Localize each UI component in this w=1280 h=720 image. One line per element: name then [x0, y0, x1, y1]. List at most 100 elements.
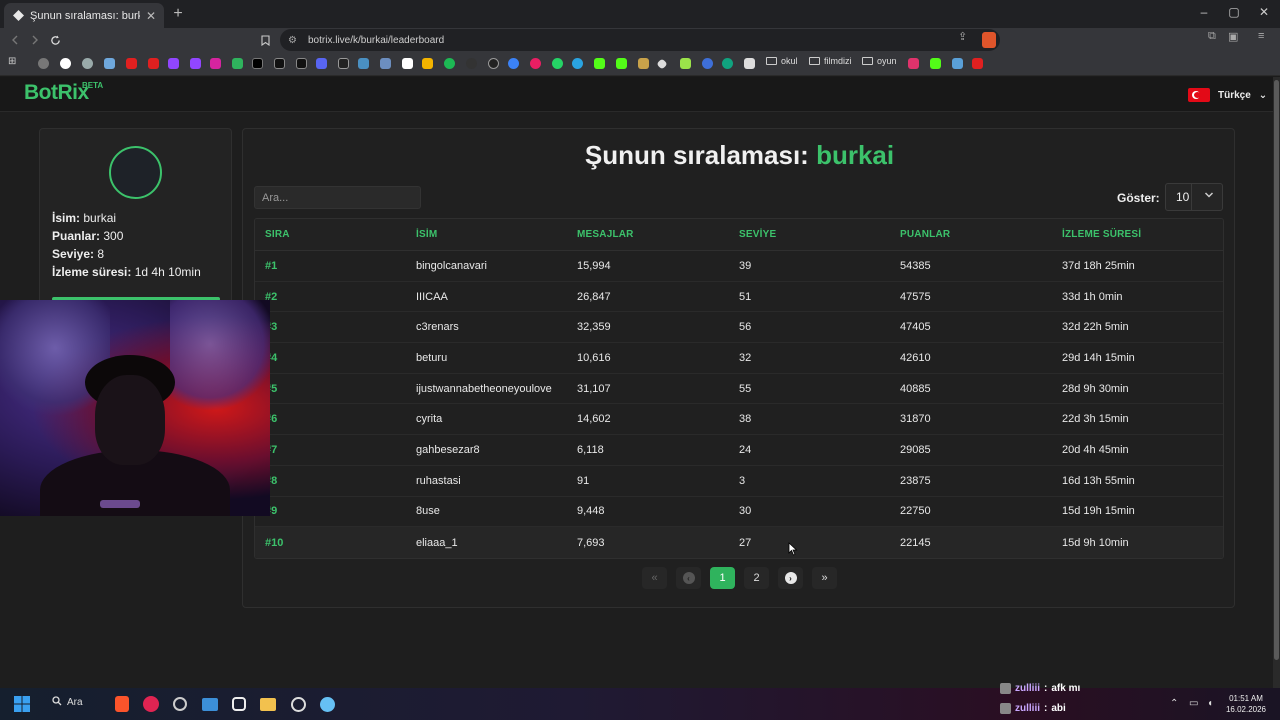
brave-browser-icon[interactable] [112, 694, 132, 714]
bookmark-site-icon[interactable] [82, 58, 93, 69]
bookmark-icon[interactable] [256, 31, 274, 49]
reload-icon[interactable] [46, 31, 64, 49]
bookmark-site-icon[interactable] [508, 58, 519, 69]
bookmark-folder-oyun[interactable]: oyun [862, 56, 897, 66]
column-header-points[interactable]: PUANLAR [900, 229, 1062, 240]
tiktok-icon[interactable] [274, 58, 285, 69]
kick-icon[interactable] [616, 58, 627, 69]
browser-tab[interactable]: Şunun sıralaması: burkai | Yayınc ✕ [4, 3, 164, 28]
share-icon[interactable]: ⇪ [958, 30, 967, 43]
kick-icon[interactable] [232, 58, 243, 69]
column-header-level[interactable]: SEVİYE [739, 229, 900, 240]
bookmark-gem-icon[interactable] [104, 58, 115, 69]
scrollbar-thumb[interactable] [1274, 80, 1279, 660]
apps-grid-icon[interactable]: ⊞ [8, 56, 19, 67]
bookmark-folder-filmdizi[interactable]: filmdizi [809, 56, 852, 66]
instagram-icon[interactable] [210, 58, 221, 69]
page-button-2[interactable]: 2 [744, 567, 769, 589]
search-input[interactable] [254, 186, 421, 209]
network-icon[interactable]: ▭ [1189, 698, 1198, 709]
spotify-icon[interactable] [444, 58, 455, 69]
column-header-watch-time[interactable]: İZLEME SÜRESİ [1062, 229, 1223, 240]
bookmark-site-icon[interactable] [530, 58, 541, 69]
history-icon[interactable] [38, 58, 49, 69]
rank-cell: #3 [265, 321, 278, 334]
botrix-logo[interactable]: BotRix [24, 81, 89, 105]
column-header-messages[interactable]: MESAJLAR [577, 229, 739, 240]
chat-emote-icon [1000, 683, 1011, 694]
page-button-1[interactable]: 1 [710, 567, 735, 589]
discord-icon[interactable] [316, 58, 327, 69]
new-tab-button[interactable]: + [170, 5, 186, 23]
extensions-icon[interactable]: ⧉ [1208, 30, 1216, 43]
site-settings-icon[interactable]: ⚙ [288, 35, 300, 46]
translate-icon[interactable] [380, 58, 391, 69]
menu-icon[interactable]: ≡ [1258, 30, 1264, 42]
sidebar-icon[interactable]: ▣ [1228, 30, 1238, 43]
forward-icon[interactable] [26, 31, 44, 49]
windows-start-icon[interactable] [12, 694, 32, 714]
kick-icon[interactable] [594, 58, 605, 69]
bookmark-site-icon[interactable] [638, 58, 649, 69]
search-icon [52, 696, 62, 709]
app-icon[interactable] [170, 694, 190, 714]
table-row: #1 bingolcanavari 15,994 39 54385 37d 18h 25m… [255, 251, 1223, 282]
bookmark-site-icon[interactable] [466, 58, 477, 69]
bookmark-folder-okul[interactable]: okul [766, 56, 798, 66]
bookmark-site-icon[interactable] [656, 58, 668, 70]
first-page-button[interactable]: « [642, 567, 667, 589]
steam-icon[interactable] [317, 694, 337, 714]
back-icon[interactable] [6, 31, 24, 49]
page-size-select[interactable]: 10 [1165, 183, 1223, 211]
windows-taskbar: Ara [0, 688, 1280, 720]
youtube-icon[interactable] [972, 58, 983, 69]
language-selector[interactable]: Türkçe ⌄ [1188, 84, 1267, 106]
whatsapp-icon[interactable] [552, 58, 563, 69]
chatgpt-icon[interactable] [722, 58, 733, 69]
bookmark-site-icon[interactable] [358, 58, 369, 69]
level-cell: 56 [739, 321, 752, 334]
chatgpt-icon[interactable] [229, 694, 249, 714]
photos-icon[interactable] [200, 694, 220, 714]
telegram-icon[interactable] [572, 58, 583, 69]
github-icon[interactable] [488, 58, 499, 69]
gmail-icon[interactable] [402, 58, 413, 69]
brave-shield-icon[interactable] [982, 32, 996, 48]
restore-window-button[interactable]: ▢ [1224, 5, 1244, 19]
drive-icon[interactable] [422, 58, 433, 69]
column-header-rank[interactable]: SIRA [255, 229, 416, 240]
kick-icon[interactable] [930, 58, 941, 69]
file-explorer-icon[interactable] [258, 694, 278, 714]
system-clock[interactable]: 01:51 AM 16.02.2026 [1222, 693, 1270, 715]
bookmark-site-icon[interactable] [908, 58, 919, 69]
youtube-icon[interactable] [126, 58, 137, 69]
watch-time-cell: 15d 19h 15min [1062, 505, 1135, 518]
url-bar[interactable]: ⚙ botrix.live/k/burkai/leaderboard [280, 29, 1000, 51]
twitch-icon[interactable] [190, 58, 201, 69]
tiktok-icon[interactable] [296, 58, 307, 69]
taskbar-search[interactable]: Ara [52, 696, 83, 709]
youtube-icon[interactable] [148, 58, 159, 69]
chevron-left-icon: ‹ [682, 572, 695, 584]
messages-cell: 15,994 [577, 259, 611, 272]
bookmark-site-icon[interactable] [952, 58, 963, 69]
minimize-window-button[interactable]: – [1194, 5, 1214, 19]
prev-page-button[interactable]: ‹ [676, 567, 701, 589]
bookmark-site-icon[interactable] [744, 58, 755, 69]
bookmark-site-icon[interactable] [680, 58, 691, 69]
media-player-icon[interactable] [141, 694, 161, 714]
bookmark-site-icon[interactable] [338, 58, 349, 69]
last-page-button[interactable]: » [812, 567, 837, 589]
tray-chevron-up-icon[interactable]: ⌃ [1170, 698, 1178, 709]
beta-badge: BETA [82, 81, 104, 90]
twitch-icon[interactable] [168, 58, 179, 69]
close-window-button[interactable]: ✕ [1254, 5, 1274, 19]
bookmark-site-icon[interactable] [702, 58, 713, 69]
google-icon[interactable] [60, 58, 71, 69]
next-page-button[interactable]: › [778, 567, 803, 589]
x-twitter-icon[interactable] [252, 58, 263, 69]
tab-close-icon[interactable]: ✕ [146, 9, 156, 23]
obs-icon[interactable] [288, 694, 308, 714]
volume-icon[interactable]: ◖ [1207, 698, 1213, 709]
column-header-name[interactable]: İSİM [416, 229, 577, 240]
